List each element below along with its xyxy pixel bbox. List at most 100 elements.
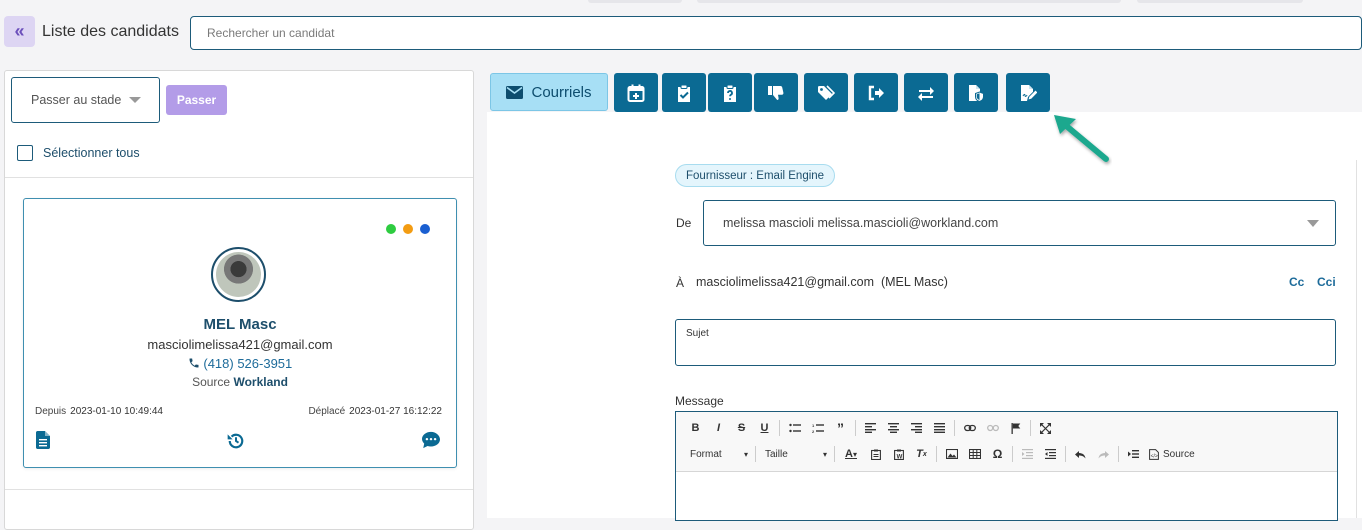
blockquote-button[interactable]: ” [829,418,852,438]
justify-button[interactable] [928,418,951,438]
undo-button[interactable] [1069,444,1092,464]
source-icon: </> [1149,448,1159,460]
indent-icon [1045,449,1056,459]
emails-button[interactable]: Courriels [490,73,608,111]
unlink-icon [986,424,999,432]
flag-icon [1011,422,1020,434]
text-color-button[interactable]: A ▾ [838,444,864,464]
reject-button[interactable] [754,73,798,112]
svg-text:W: W [896,454,902,460]
align-center-icon [888,423,899,433]
file-shield-icon [969,84,984,102]
indent-button[interactable] [1039,444,1062,464]
align-left-button[interactable] [859,418,882,438]
divider [5,177,473,178]
bullet-list-button[interactable] [783,418,806,438]
to-value: masciolimelissa421@gmail.com (MEL Masc) [696,275,948,289]
move-out-button[interactable] [854,73,898,112]
subject-field[interactable]: Sujet [675,319,1336,366]
undo-icon [1075,450,1086,458]
top-tab-ghost [697,0,1121,3]
block-icon [1128,450,1139,458]
align-right-icon [911,423,922,433]
numbered-list-icon: 12 [812,423,824,433]
numbered-list-button[interactable]: 12 [806,418,829,438]
message-label: Message [675,394,724,408]
document-icon[interactable] [36,431,50,454]
privacy-document-button[interactable] [954,73,998,112]
candidate-email: masciolimelissa421@gmail.com [147,337,333,352]
clipboard-question-icon [724,84,736,102]
source-button[interactable]: </> Source [1149,449,1195,460]
source-value: Workland [233,375,288,389]
moved-date: Déplacé 2023-01-27 16:12:22 [308,406,442,417]
status-dot-blue[interactable] [420,224,430,234]
calendar-add-icon [627,84,645,102]
select-all-label: Sélectionner tous [43,146,140,160]
paste-word-button[interactable]: W [887,444,910,464]
select-all[interactable]: Sélectionner tous [17,145,140,161]
image-button[interactable] [940,444,963,464]
tags-button[interactable] [804,73,848,112]
search-input[interactable] [190,16,1362,50]
schedule-interview-button[interactable] [614,73,658,112]
phone-icon [189,358,199,368]
candidate-name[interactable]: MEL Masc [24,316,456,333]
cc-link[interactable]: Cc [1289,275,1304,289]
link-icon [963,424,976,432]
message-editor[interactable]: B I S U 12 ” Format ▾ Taille ▾ A ▾ W T x… [675,411,1338,521]
maximize-button[interactable] [1034,418,1057,438]
signature-icon [1021,84,1037,101]
since-value: 2023-01-10 10:49:44 [70,406,163,417]
unlink-button[interactable] [981,418,1004,438]
select-all-checkbox[interactable] [17,145,33,161]
table-button[interactable] [963,444,986,464]
candidate-card[interactable]: MEL Masc masciolimelissa421@gmail.com (4… [23,198,457,468]
collapse-sidebar-button[interactable]: « [4,16,35,47]
strikethrough-button[interactable]: S [730,418,753,438]
stage-select[interactable]: Passer au stade [11,77,160,123]
maximize-icon [1040,422,1051,434]
status-dot-green[interactable] [386,224,396,234]
candidate-phone[interactable]: (418) 526-3951 [24,356,456,371]
divider [5,489,473,490]
outdent-button[interactable] [1016,444,1039,464]
clipboard-check-icon [678,84,690,102]
paste-text-button[interactable] [864,444,887,464]
moved-label: Déplacé [308,406,346,417]
questionnaire-button[interactable] [708,73,752,112]
source-button-label: Source [1163,448,1195,460]
transfer-button[interactable] [904,73,948,112]
align-center-button[interactable] [882,418,905,438]
anchor-button[interactable] [1004,418,1027,438]
provider-badge: Fournisseur : Email Engine [675,164,836,187]
italic-button[interactable]: I [707,418,730,438]
from-select[interactable]: melissa mascioli melissa.mascioli@workla… [703,200,1336,246]
redo-button[interactable] [1092,444,1115,464]
align-right-button[interactable] [905,418,928,438]
caret-down-icon [129,97,141,103]
bcc-link[interactable]: Cci [1317,275,1336,289]
signature-button[interactable] [1006,73,1050,112]
size-select[interactable]: Taille ▾ [759,444,831,464]
link-button[interactable] [958,418,981,438]
align-left-icon [865,423,876,433]
special-char-button[interactable]: Ω [986,444,1009,464]
double-chevron-left-icon: « [14,21,25,41]
status-dots[interactable] [386,224,430,234]
task-button[interactable] [662,73,706,112]
status-dot-orange[interactable] [403,224,413,234]
bold-button[interactable]: B [684,418,707,438]
since-label: Depuis [35,406,67,417]
avatar [211,247,266,302]
outdent-icon [1022,449,1033,459]
stage-select-label: Passer au stade [31,93,122,107]
paste-icon [870,449,881,460]
pass-button[interactable]: Passer [166,85,227,115]
chat-icon[interactable] [421,431,441,454]
underline-button[interactable]: U [753,418,776,438]
block-indent-button[interactable] [1122,444,1145,464]
remove-format-button[interactable]: Tx [910,444,933,464]
history-icon[interactable] [226,431,246,456]
format-select[interactable]: Format ▾ [684,444,752,464]
